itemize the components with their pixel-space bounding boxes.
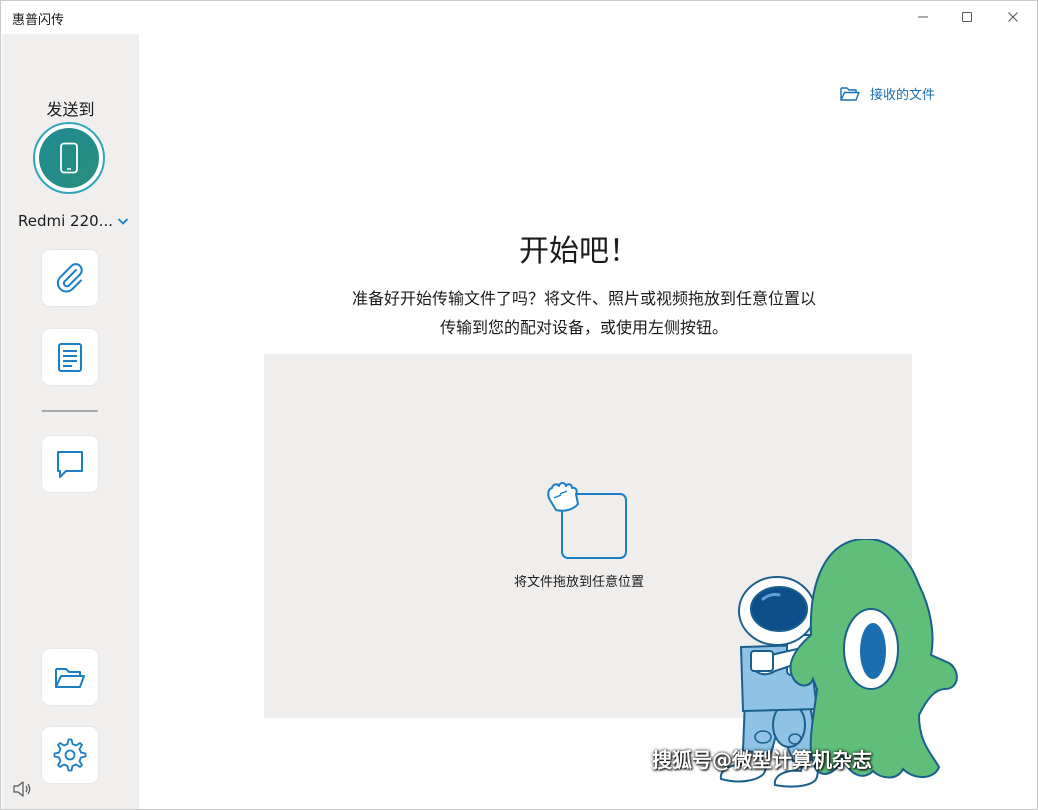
- settings-button[interactable]: [42, 727, 98, 783]
- chevron-down-icon[interactable]: [116, 214, 130, 228]
- device-avatar[interactable]: [33, 122, 105, 194]
- maximize-button[interactable]: [944, 0, 990, 34]
- title-bar: 惠普闪传: [0, 0, 1038, 34]
- sidebar: 发送到 Redmi 220...: [2, 34, 139, 810]
- send-text-button[interactable]: [42, 329, 98, 385]
- phone-icon: [60, 142, 78, 174]
- close-icon: [1008, 12, 1018, 22]
- send-to-label: 发送到: [46, 100, 95, 119]
- device-name[interactable]: Redmi 220...: [18, 212, 113, 230]
- minimize-icon: [918, 16, 928, 18]
- folder-open-icon: [840, 86, 860, 101]
- document-icon: [58, 343, 82, 372]
- open-folder-button[interactable]: [42, 649, 98, 705]
- device-avatar-circle: [39, 128, 99, 188]
- page-heading: 开始吧！: [519, 234, 639, 269]
- received-files-label: 接收的文件: [870, 88, 936, 103]
- main-content: 接收的文件 开始吧！ 准备好开始传输文件了吗？将文件、照片或视频拖放到任意位置以…: [139, 34, 1038, 810]
- send-file-button[interactable]: [42, 250, 98, 306]
- app-title: 惠普闪传: [12, 13, 65, 28]
- instructions-text: 准备好开始传输文件了吗？将文件、照片或视频拖放到任意位置以传输到您的配对设备，或…: [351, 289, 816, 337]
- close-button[interactable]: [990, 0, 1036, 34]
- app-window: 惠普闪传 发送到 Redmi 220... 接收的文件 开始吧！ 准备好开始传输…: [0, 0, 1038, 810]
- gear-icon: [53, 738, 87, 772]
- message-icon: [57, 451, 83, 478]
- paperclip-icon: [56, 263, 83, 293]
- watermark: 搜狐号@微型计算机杂志: [652, 748, 872, 772]
- minimize-button[interactable]: [900, 0, 946, 34]
- alien-figure: [789, 539, 958, 779]
- folder-icon: [55, 668, 85, 688]
- drag-drop-icon: [547, 482, 627, 559]
- volume-icon[interactable]: [12, 780, 32, 798]
- send-message-button[interactable]: [42, 436, 98, 492]
- received-files-link[interactable]: 接收的文件: [840, 84, 935, 103]
- sidebar-divider: [42, 410, 98, 412]
- maximize-icon: [962, 12, 972, 22]
